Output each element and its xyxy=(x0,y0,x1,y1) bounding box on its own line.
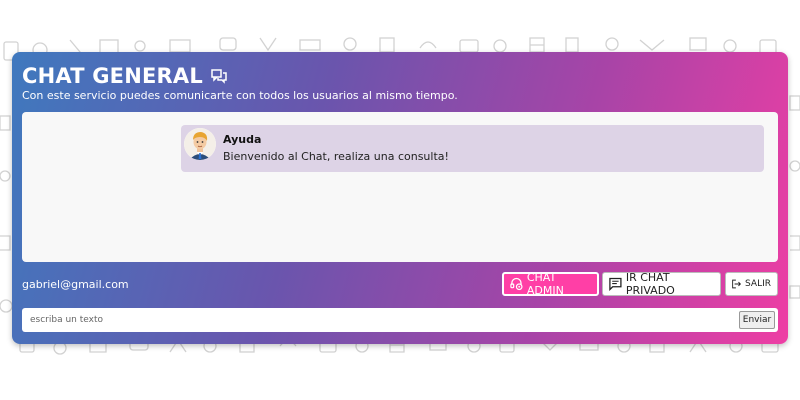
send-button[interactable]: Enviar xyxy=(739,311,775,329)
message-author: Ayuda xyxy=(223,133,262,146)
private-chat-label: IR CHAT PRIVADO xyxy=(625,271,675,297)
header: CHAT GENERAL xyxy=(22,64,227,88)
chat-admin-label: CHAT ADMIN xyxy=(526,271,564,297)
exit-button[interactable]: SALIR xyxy=(725,272,778,296)
message-input[interactable] xyxy=(22,308,736,332)
chat-panel: CHAT GENERAL Con este servicio puedes co… xyxy=(12,52,788,344)
page-title: CHAT GENERAL xyxy=(22,64,203,88)
chat-bubbles-icon xyxy=(211,68,227,84)
message-bubble: Ayuda Bienvenido al Chat, realiza una co… xyxy=(181,125,764,172)
private-chat-button[interactable]: IR CHAT PRIVADO xyxy=(602,271,721,297)
user-email: gabriel@gmail.com xyxy=(22,278,129,291)
message-icon xyxy=(609,277,622,291)
headset-icon xyxy=(510,277,523,291)
exit-label: SALIR xyxy=(745,279,771,289)
logout-icon xyxy=(732,279,742,289)
page-subtitle: Con este servicio puedes comunicarte con… xyxy=(22,89,458,102)
blonde-man-avatar xyxy=(184,128,216,160)
message-text: Bienvenido al Chat, realiza una consulta… xyxy=(223,150,449,163)
message-composer: Enviar xyxy=(22,308,778,332)
message-list[interactable]: Ayuda Bienvenido al Chat, realiza una co… xyxy=(22,112,778,262)
chat-admin-button[interactable]: CHAT ADMIN xyxy=(502,271,599,297)
